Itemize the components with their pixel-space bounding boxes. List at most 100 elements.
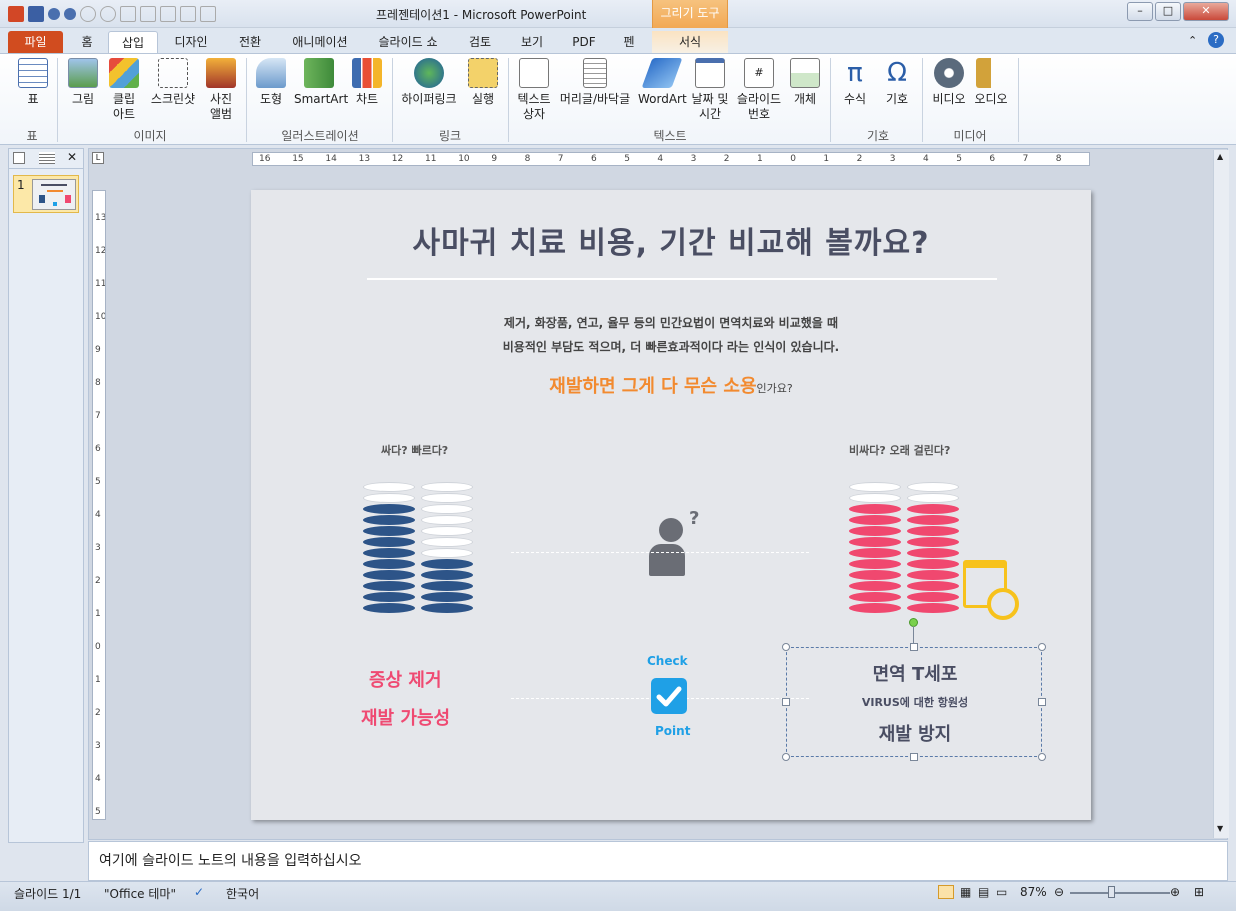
ruler-toggle-icon[interactable]: L bbox=[92, 152, 104, 164]
slide-sorter-icon[interactable]: ▦ bbox=[960, 885, 971, 899]
fit-to-window-icon[interactable]: ⊞ bbox=[1194, 885, 1204, 899]
resize-handle-nw[interactable] bbox=[782, 643, 790, 651]
textbox-button[interactable]: 텍스트 상자 bbox=[514, 58, 554, 122]
object-button[interactable]: 개체 bbox=[788, 58, 822, 107]
left-point-recurrence-risk[interactable]: 재발 가능성 bbox=[361, 704, 450, 730]
copy-icon[interactable] bbox=[160, 6, 176, 22]
save-icon[interactable] bbox=[28, 6, 44, 22]
tab-insert[interactable]: 삽입 bbox=[108, 31, 158, 53]
chart-button[interactable]: 차트 bbox=[350, 58, 384, 107]
point-label[interactable]: Point bbox=[655, 724, 690, 738]
horizontal-ruler[interactable]: 16 15 14 13 12 11 10 9 8 7 6 5 4 3 2 1 0 1 2 3 4 5 6 7 8 bbox=[252, 152, 1090, 166]
slide-subtitle-line-1[interactable]: 제거, 화장품, 연고, 율무 등의 민간요법이 면역치료와 비교했을 때 bbox=[251, 314, 1091, 331]
zoom-level[interactable]: 87% bbox=[1020, 885, 1047, 899]
box-line-immune-t-cell: 면역 T세포 bbox=[872, 664, 958, 685]
notes-pane[interactable]: 여기에 슬라이드 노트의 내용을 입력하십시오 bbox=[88, 841, 1228, 881]
audio-button[interactable]: 오디오 bbox=[972, 58, 1010, 107]
hyperlink-button[interactable]: 하이퍼링크 bbox=[398, 58, 460, 107]
slide-thumbnail[interactable]: 1 bbox=[13, 175, 79, 213]
slide-thumbnails-pane: ✕ 1 bbox=[8, 148, 84, 843]
minimize-button[interactable]: – bbox=[1127, 2, 1153, 21]
vertical-scrollbar[interactable]: ▲ ▼ bbox=[1213, 150, 1229, 838]
tab-slideshow[interactable]: 슬라이드 쇼 bbox=[368, 31, 448, 53]
vertical-ruler[interactable]: 13 12 11 10 9 8 7 6 5 4 3 2 1 0 1 2 3 4 5 bbox=[92, 190, 106, 820]
header-footer-button[interactable]: 머리글/바닥글 bbox=[556, 58, 634, 107]
theme-name[interactable]: "Office 테마" bbox=[104, 885, 176, 902]
slide-number-button[interactable]: # 슬라이드 번호 bbox=[734, 58, 784, 122]
zoom-slider-thumb[interactable] bbox=[1108, 886, 1115, 898]
close-pane-icon[interactable]: ✕ bbox=[67, 150, 77, 164]
normal-view-icon[interactable] bbox=[938, 885, 954, 899]
slide-title[interactable]: 사마귀 치료 비용, 기간 비교해 볼까요? bbox=[251, 218, 1091, 262]
align-icon[interactable] bbox=[180, 6, 196, 22]
shape-icon[interactable] bbox=[80, 6, 96, 22]
reading-view-icon[interactable]: ▤ bbox=[978, 885, 989, 899]
shapes-button[interactable]: 도형 bbox=[254, 58, 288, 107]
coin bbox=[363, 482, 415, 492]
notes-placeholder[interactable]: 여기에 슬라이드 노트의 내용을 입력하십시오 bbox=[99, 850, 362, 870]
tab-view[interactable]: 보기 bbox=[512, 31, 552, 53]
tab-pdf[interactable]: PDF bbox=[566, 31, 602, 53]
coin bbox=[907, 515, 959, 525]
spell-check-icon[interactable]: ✓ bbox=[194, 885, 204, 899]
resize-handle-n[interactable] bbox=[910, 643, 918, 651]
resize-handle-se[interactable] bbox=[1038, 753, 1046, 761]
language-indicator[interactable]: 한국어 bbox=[226, 885, 259, 902]
folder-icon[interactable] bbox=[200, 6, 216, 22]
close-button[interactable]: ✕ bbox=[1183, 2, 1229, 21]
oval-icon[interactable] bbox=[100, 6, 116, 22]
zoom-in-icon[interactable]: ⊕ bbox=[1170, 885, 1180, 899]
tab-design[interactable]: 디자인 bbox=[166, 31, 216, 53]
wordart-button[interactable]: WordArt bbox=[638, 58, 687, 107]
symbol-button[interactable]: Ω 기호 bbox=[880, 58, 914, 107]
maximize-button[interactable]: □ bbox=[1155, 2, 1181, 21]
redo-icon[interactable] bbox=[64, 8, 76, 20]
resize-handle-s[interactable] bbox=[910, 753, 918, 761]
powerpoint-logo-icon[interactable] bbox=[8, 6, 24, 22]
h-ruler-tick: 15 bbox=[292, 154, 304, 164]
zoom-out-icon[interactable]: ⊖ bbox=[1054, 885, 1064, 899]
picture-button[interactable]: 그림 bbox=[66, 58, 100, 107]
selected-textbox[interactable]: 면역 T세포 VIRUS에 대한 항원성 재발 방지 bbox=[786, 647, 1042, 757]
clipart-button[interactable]: 클립 아트 bbox=[106, 58, 142, 122]
customize-qat-icon[interactable] bbox=[220, 6, 228, 22]
table-button[interactable]: 표 bbox=[16, 58, 50, 107]
slideshow-view-icon[interactable]: ▭ bbox=[996, 885, 1007, 899]
tab-file[interactable]: 파일 bbox=[8, 31, 63, 53]
help-icon[interactable]: ? bbox=[1208, 32, 1224, 48]
action-button[interactable]: 실행 bbox=[466, 58, 500, 107]
collapse-ribbon-icon[interactable]: ⌃ bbox=[1188, 34, 1197, 47]
video-button[interactable]: 비디오 bbox=[930, 58, 968, 107]
left-caption[interactable]: 싸다? 빠르다? bbox=[381, 442, 448, 458]
slide-subtitle-line-2[interactable]: 비용적인 부담도 적으며, 더 빠른효과적이다 라는 인식이 있습니다. bbox=[251, 338, 1091, 355]
zoom-slider[interactable] bbox=[1070, 892, 1170, 894]
check-label[interactable]: Check bbox=[647, 654, 688, 668]
scroll-up-icon[interactable]: ▲ bbox=[1217, 152, 1223, 161]
slide-canvas[interactable]: 사마귀 치료 비용, 기간 비교해 볼까요? 제거, 화장품, 연고, 율무 등… bbox=[251, 190, 1091, 820]
group-icon[interactable] bbox=[120, 6, 136, 22]
outline-tab[interactable] bbox=[39, 152, 55, 164]
resize-handle-sw[interactable] bbox=[782, 753, 790, 761]
tab-transitions[interactable]: 전환 bbox=[228, 31, 272, 53]
slides-tab[interactable] bbox=[13, 152, 25, 164]
equation-button[interactable]: π 수식 bbox=[838, 58, 872, 107]
slide-tagline[interactable]: 재발하면 그게 다 무슨 소용인가요? bbox=[251, 372, 1091, 398]
tab-pen[interactable]: 펜 bbox=[614, 31, 644, 53]
datetime-button[interactable]: 날짜 및 시간 bbox=[688, 58, 732, 122]
undo-icon[interactable] bbox=[48, 8, 60, 20]
screenshot-button[interactable]: 스크린샷 bbox=[148, 58, 198, 107]
thumb-pink-block bbox=[65, 195, 71, 203]
scroll-down-icon[interactable]: ▼ bbox=[1217, 824, 1223, 833]
tab-home[interactable]: 홈 bbox=[70, 31, 104, 53]
resize-handle-w[interactable] bbox=[782, 698, 790, 706]
resize-handle-e[interactable] bbox=[1038, 698, 1046, 706]
right-caption[interactable]: 비싸다? 오래 걸린다? bbox=[849, 442, 950, 458]
smartart-button[interactable]: SmartArt bbox=[294, 58, 348, 107]
ungroup-icon[interactable] bbox=[140, 6, 156, 22]
left-point-symptom-removal[interactable]: 증상 제거 bbox=[369, 666, 442, 692]
photo-album-button[interactable]: 사진 앨범 bbox=[204, 58, 238, 122]
tab-review[interactable]: 검토 bbox=[460, 31, 500, 53]
tab-format[interactable]: 서식 bbox=[652, 31, 728, 53]
tab-animations[interactable]: 애니메이션 bbox=[284, 31, 356, 53]
resize-handle-ne[interactable] bbox=[1038, 643, 1046, 651]
